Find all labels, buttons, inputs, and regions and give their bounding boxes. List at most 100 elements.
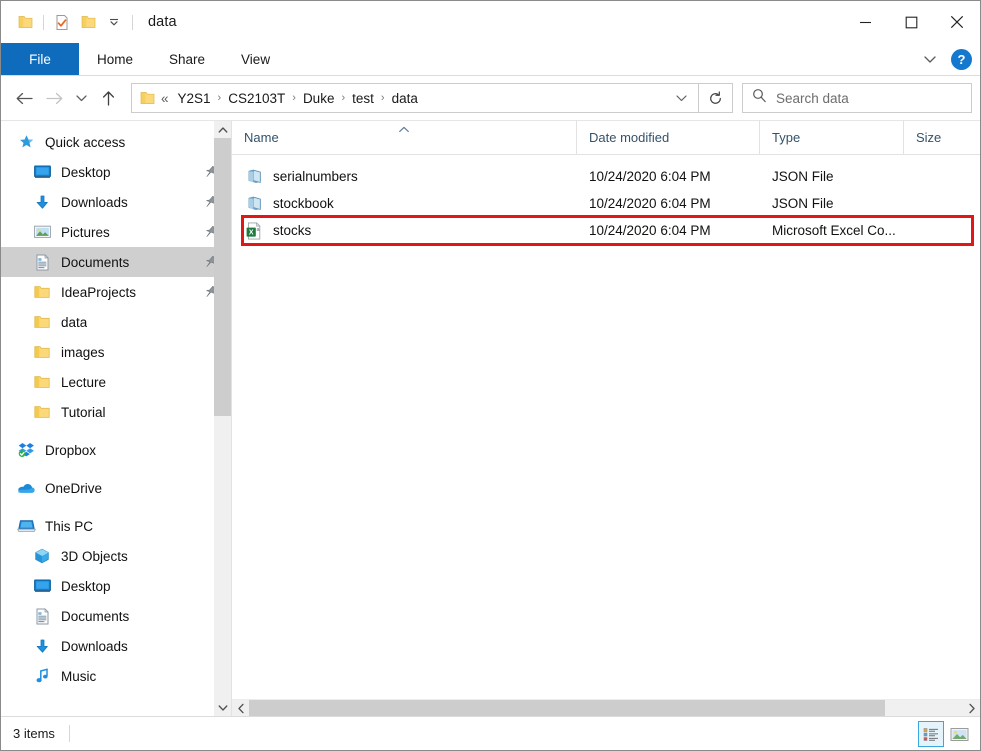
recent-locations-button[interactable] (69, 83, 93, 113)
help-icon[interactable]: ? (951, 49, 972, 70)
window-title: data (148, 14, 177, 30)
close-button[interactable] (934, 1, 980, 43)
folder-icon[interactable] (12, 9, 38, 35)
forward-button[interactable] (39, 83, 69, 113)
sidebar-item-label: Quick access (45, 134, 126, 150)
breadcrumb-separator-3[interactable]: › (377, 92, 389, 104)
breadcrumb-separator-2[interactable]: › (337, 92, 349, 104)
back-button[interactable] (9, 83, 39, 113)
nav-group-spacer (1, 465, 231, 473)
table-row[interactable]: serialnumbers 10/24/2020 6:04 PM JSON File (232, 163, 980, 190)
scroll-up-icon[interactable] (214, 121, 231, 138)
up-button[interactable] (93, 83, 123, 113)
thispc-icon (15, 516, 37, 536)
refresh-button[interactable] (699, 83, 733, 113)
search-box[interactable]: Search data (742, 83, 972, 113)
file-type-cell: Microsoft Excel Co... (772, 223, 896, 238)
scroll-right-icon[interactable] (963, 700, 980, 717)
sidebar-item-images[interactable]: images (1, 337, 231, 367)
table-row[interactable]: stockbook 10/24/2020 6:04 PM JSON File (232, 190, 980, 217)
sidebar-item-label: Downloads (61, 638, 128, 654)
search-input[interactable]: Search data (776, 91, 849, 106)
sidebar-item-label: OneDrive (45, 480, 103, 496)
properties-icon[interactable] (49, 9, 75, 35)
breadcrumb-item-3[interactable]: test (349, 89, 377, 108)
new-folder-icon[interactable] (75, 9, 101, 35)
sidebar-item-quick-access[interactable]: Quick access (1, 127, 231, 157)
breadcrumb-item-0[interactable]: Y2S1 (175, 89, 214, 108)
sidebar-item-label: Music (61, 668, 97, 684)
customize-qat-dropdown-icon[interactable] (101, 9, 127, 35)
column-header-type[interactable]: Type (760, 120, 904, 154)
sidebar-item-desktop[interactable]: Desktop (1, 571, 231, 601)
file-name-label: serialnumbers (273, 169, 358, 184)
breadcrumb-item-2[interactable]: Duke (300, 89, 338, 108)
sidebar-item-documents[interactable]: Documents (1, 601, 231, 631)
status-bar: 3 items (1, 716, 980, 750)
breadcrumb-item-1[interactable]: CS2103T (225, 89, 288, 108)
sidebar-item-label: data (61, 314, 88, 330)
sidebar-item-music[interactable]: Music (1, 661, 231, 691)
chevron-down-icon[interactable] (919, 54, 941, 65)
tab-share[interactable]: Share (151, 43, 223, 75)
navpane-scrollbar[interactable] (214, 121, 231, 716)
sidebar-item-desktop[interactable]: Desktop (1, 157, 231, 187)
sidebar-item-pictures[interactable]: Pictures (1, 217, 231, 247)
sidebar-item-downloads[interactable]: Downloads (1, 631, 231, 661)
file-rows: serialnumbers 10/24/2020 6:04 PM JSON File… (232, 155, 980, 699)
monitor-icon (31, 162, 53, 182)
sidebar-item-label: This PC (45, 518, 94, 534)
sidebar-item-data[interactable]: data (1, 307, 231, 337)
qat-separator-2 (132, 14, 133, 30)
column-header-name[interactable]: Name (232, 120, 577, 154)
qat-separator-1 (43, 14, 44, 30)
navpane-scroll-thumb[interactable] (214, 138, 231, 416)
file-list-horizontal-scrollbar[interactable] (232, 699, 980, 717)
sidebar-item-documents[interactable]: Documents (1, 247, 231, 277)
breadcrumb-item-4[interactable]: data (389, 89, 421, 108)
tab-view[interactable]: View (223, 43, 288, 75)
sidebar-item-this-pc[interactable]: This PC (1, 511, 231, 541)
excel-csv-icon: Xa (244, 221, 264, 240)
sidebar-item-label: Desktop (61, 578, 111, 594)
nav-group-spacer (1, 427, 231, 435)
scroll-down-icon[interactable] (214, 699, 231, 716)
sidebar-item-downloads[interactable]: Downloads (1, 187, 231, 217)
maximize-button[interactable] (888, 1, 934, 43)
sidebar-item-lecture[interactable]: Lecture (1, 367, 231, 397)
breadcrumb-bar[interactable]: « Y2S1 › CS2103T › Duke › test › data (131, 83, 699, 113)
column-header-date-modified[interactable]: Date modified (577, 120, 760, 154)
svg-text:X: X (249, 229, 254, 236)
sidebar-item-3d-objects[interactable]: 3D Objects (1, 541, 231, 571)
sidebar-item-ideaprojects[interactable]: IdeaProjects (1, 277, 231, 307)
sidebar-item-label: IdeaProjects (61, 284, 137, 300)
sidebar-item-dropbox[interactable]: Dropbox (1, 435, 231, 465)
navigation-pane: Quick access Desktop Downloads Pictures Docu… (1, 121, 231, 716)
column-header-size-label: Size (916, 129, 942, 145)
sidebar-item-label: Downloads (61, 194, 128, 210)
horizontal-scroll-track[interactable] (249, 699, 963, 717)
column-header-size[interactable]: Size (904, 120, 974, 154)
breadcrumb-separator-1[interactable]: › (288, 92, 300, 104)
column-header-type-label: Type (772, 129, 801, 145)
documents-icon (31, 606, 53, 626)
navpane-scroll-track[interactable] (214, 138, 231, 699)
file-date-cell: 10/24/2020 6:04 PM (589, 223, 711, 238)
details-view-button[interactable] (918, 721, 944, 747)
breadcrumb-overflow-icon[interactable]: « (161, 91, 169, 106)
horizontal-scroll-thumb[interactable] (249, 699, 885, 717)
star-icon (15, 132, 37, 152)
file-date-cell: 10/24/2020 6:04 PM (589, 169, 711, 184)
breadcrumb-dropdown-icon[interactable] (670, 93, 692, 104)
column-header-name-label: Name (244, 129, 279, 145)
large-icons-view-button[interactable] (946, 721, 972, 747)
minimize-button[interactable] (842, 1, 888, 43)
breadcrumb-separator-0[interactable]: › (214, 92, 226, 104)
table-row[interactable]: Xa stocks 10/24/2020 6:04 PM Microsoft Exce… (232, 217, 980, 244)
sidebar-item-onedrive[interactable]: OneDrive (1, 473, 231, 503)
file-name-cell: stockbook (232, 195, 577, 213)
tab-home[interactable]: Home (79, 43, 151, 75)
sidebar-item-tutorial[interactable]: Tutorial (1, 397, 231, 427)
scroll-left-icon[interactable] (232, 700, 249, 717)
tab-file[interactable]: File (1, 43, 79, 75)
